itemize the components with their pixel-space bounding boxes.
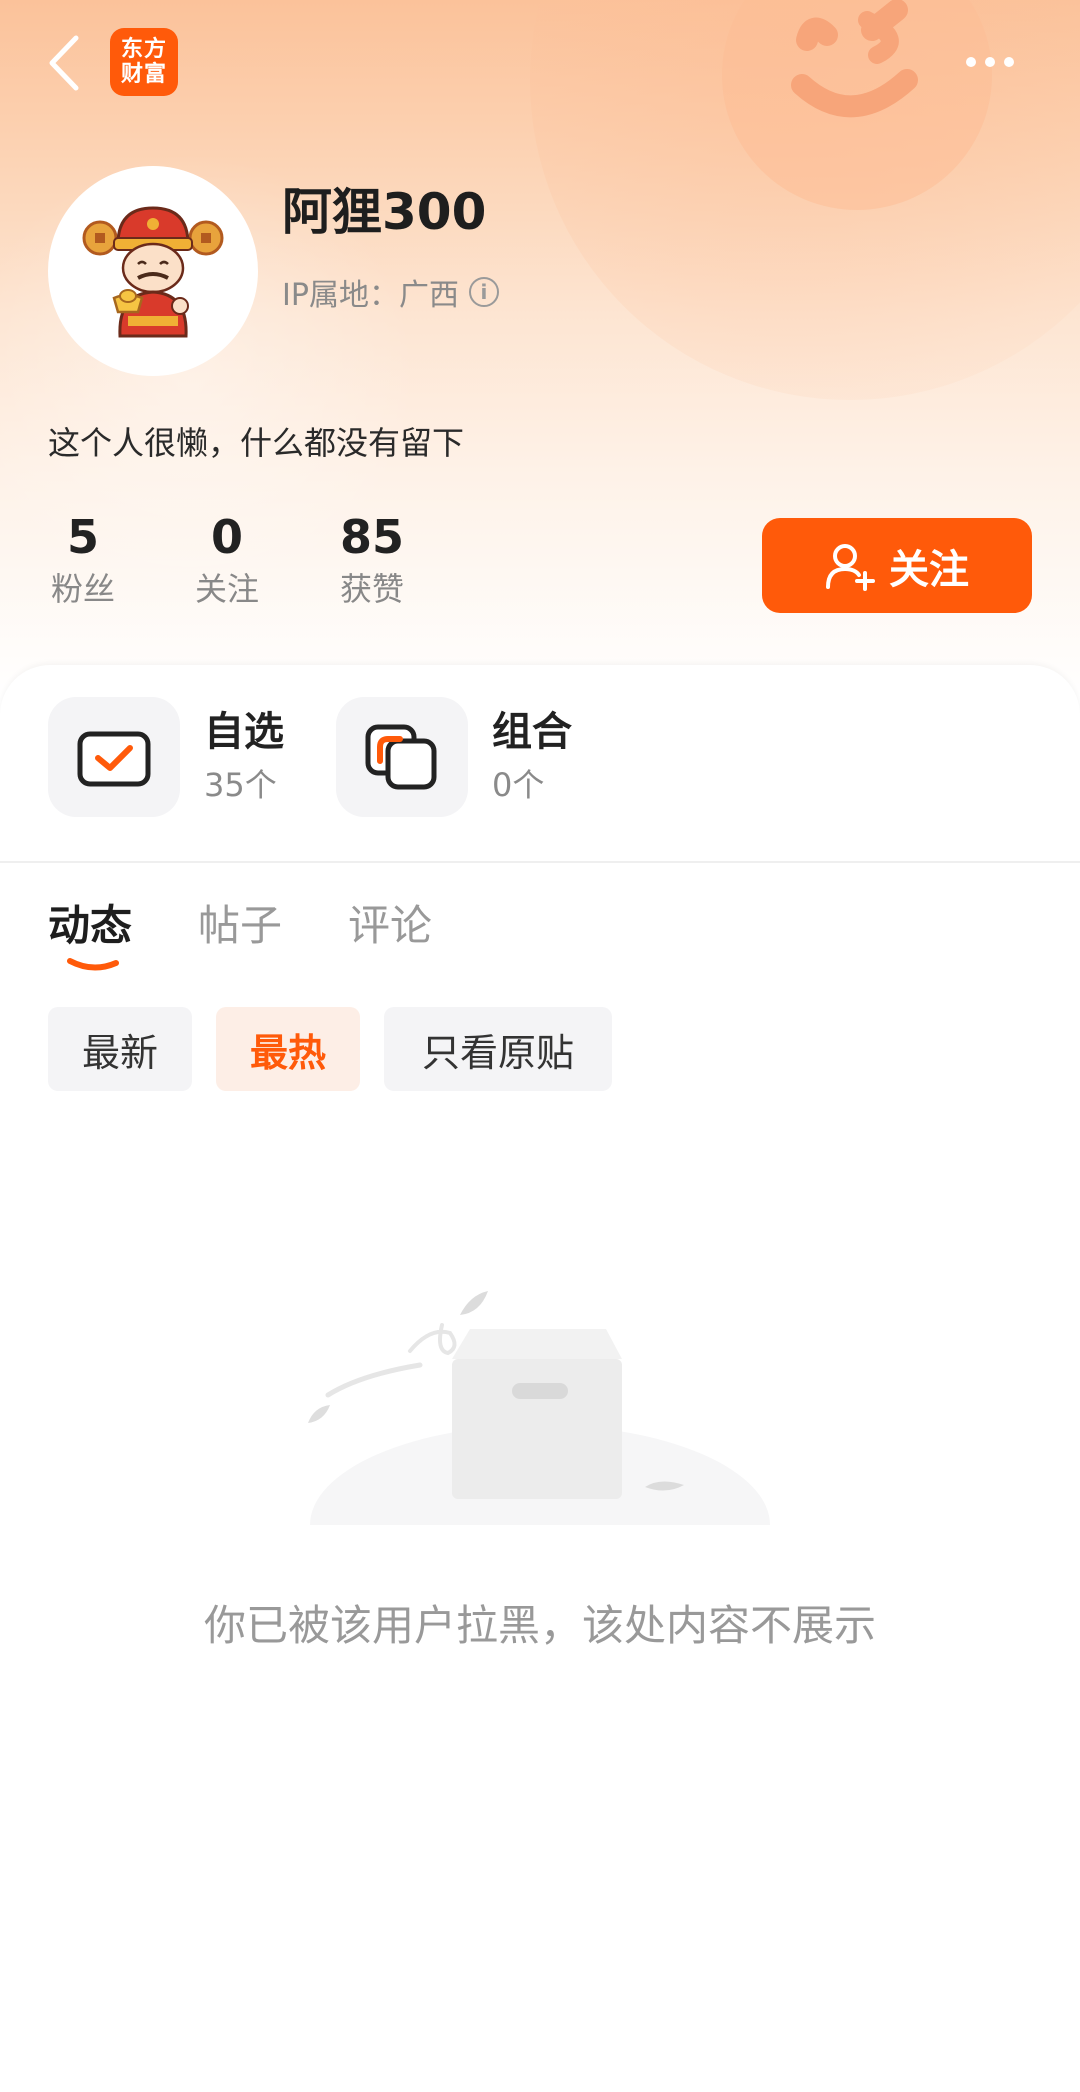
stat-likes[interactable]: 85 获赞 [322,508,422,612]
god-of-wealth-avatar-icon [82,206,224,338]
chevron-left-icon [49,35,79,91]
content-card: 自选 35个 组合 0个 动态 帖子 评论 最新 最热 只看原贴 你已被该用户拉… [0,665,1080,2092]
watchlist-tile [48,697,180,817]
shortcut-title: 组合 [492,709,572,755]
section-divider [0,861,1080,863]
logo-text-line2: 财富 [120,62,167,87]
tab-comments[interactable]: 评论 [348,892,432,953]
username: 阿狸300 [282,183,487,241]
ip-location-text: IP属地：广西 [282,278,459,313]
stat-followers[interactable]: 5 粉丝 [33,508,133,612]
user-bio: 这个人很懒，什么都没有留下 [48,424,465,462]
tab-activity[interactable]: 动态 [48,892,132,953]
stat-following[interactable]: 0 关注 [177,508,277,612]
avatar[interactable] [48,166,258,376]
dot-icon [966,57,976,67]
portfolio-tile [336,697,468,817]
filter-latest[interactable]: 最新 [48,1007,192,1091]
filter-original-only[interactable]: 只看原贴 [384,1007,612,1091]
empty-state-message: 你已被该用户拉黑，该处内容不展示 [203,1601,876,1650]
stat-value: 5 [66,510,99,564]
watchlist-check-icon [77,731,151,787]
profile-page: 东方 财富 阿狸300 IP属地：广西 i 这个人很懒，什么都没有留下 5 粉丝… [0,0,1080,2092]
dot-icon [985,57,995,67]
stat-label: 获赞 [339,570,404,608]
shortcut-count: 35个 [204,766,277,804]
active-tab-indicator [67,958,119,971]
follow-button-label: 关注 [889,547,969,592]
tab-posts[interactable]: 帖子 [198,892,282,953]
app-logo: 东方 财富 [110,28,178,96]
stat-value: 85 [339,510,404,564]
shortcut-watchlist[interactable]: 自选 35个 [48,697,284,817]
shortcut-title: 自选 [204,709,284,755]
filter-hottest[interactable]: 最热 [216,1007,360,1091]
stat-label: 粉丝 [50,570,115,608]
follow-button[interactable]: 关注 [762,518,1032,613]
shortcut-portfolio[interactable]: 组合 0个 [336,697,572,817]
back-button[interactable] [40,30,90,96]
portfolio-icon [365,724,437,790]
ip-location: IP属地：广西 i [282,270,499,314]
logo-text-line1: 东方 [120,37,167,62]
stat-label: 关注 [194,570,259,608]
info-icon[interactable]: i [468,277,499,307]
dot-icon [1004,57,1014,67]
empty-box-icon [308,1291,770,1525]
stat-value: 0 [210,510,243,564]
add-user-icon [826,543,875,591]
more-options-button[interactable] [966,50,1026,74]
shortcut-count: 0个 [492,766,545,804]
